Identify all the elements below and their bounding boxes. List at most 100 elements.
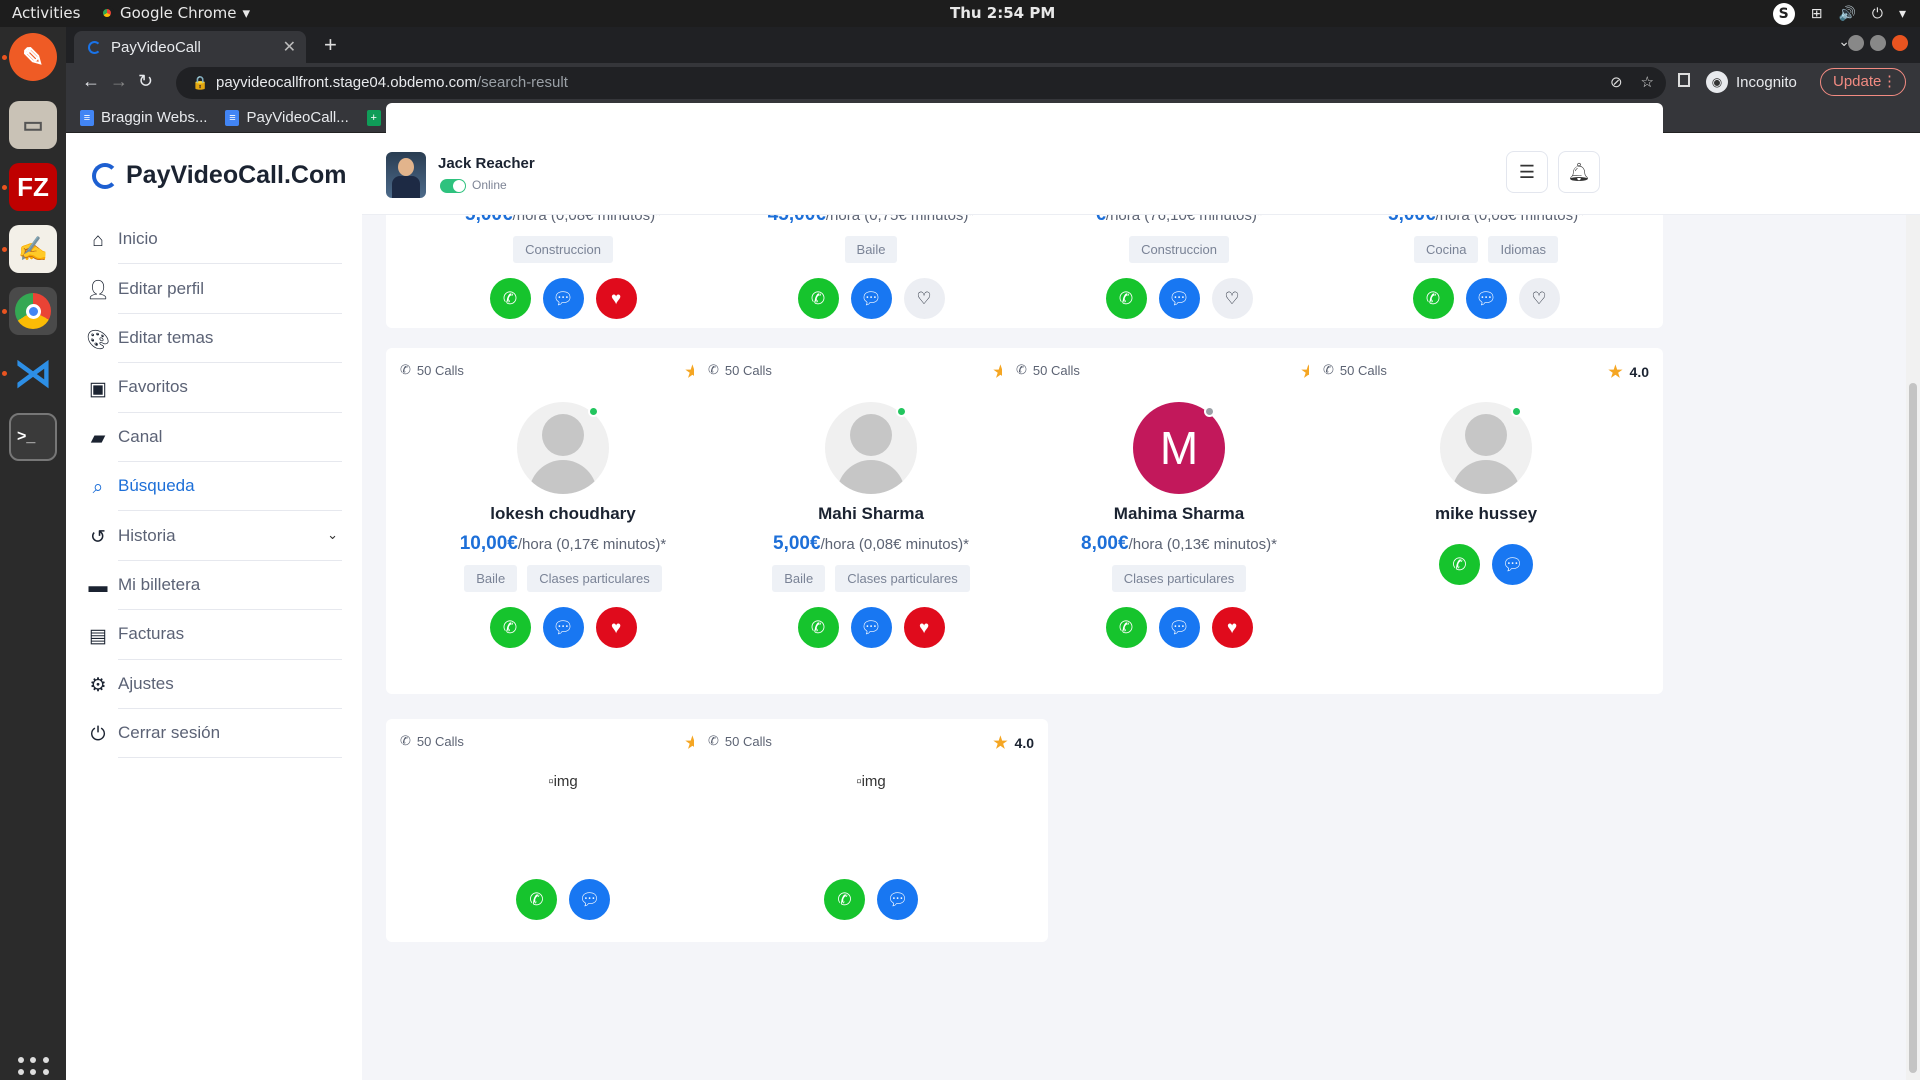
close-window-button[interactable] — [1892, 35, 1908, 51]
channel-icon: ▰ — [90, 428, 106, 450]
new-tab-button[interactable]: + — [324, 32, 337, 58]
update-button[interactable]: Update ⋮ — [1820, 68, 1906, 96]
chat-button[interactable]: 💬︎ — [542, 607, 584, 648]
maximize-button[interactable] — [1870, 35, 1886, 51]
call-button[interactable]: ✆ — [797, 607, 839, 648]
call-button[interactable]: ✆ — [1105, 278, 1147, 319]
profile-card[interactable]: ✆ 50 Calls ★ 4.0 mike hussey ✆ 💬︎ — [1309, 348, 1663, 694]
chat-button[interactable]: 💬︎ — [850, 278, 892, 319]
favorite-button[interactable]: ♥ — [903, 607, 945, 648]
category-tag[interactable]: Clases particulares — [527, 565, 662, 592]
bookmark-item[interactable]: ≡ PayVideoCall... — [225, 109, 349, 126]
filezilla-icon[interactable]: FZ — [9, 163, 57, 211]
call-button[interactable]: ✆ — [824, 879, 865, 920]
favorite-button[interactable]: ♥ — [595, 278, 637, 319]
system-tray[interactable]: S ⊞ 🔊 ⏻ ▾ — [1772, 3, 1906, 25]
chrome-dock-icon[interactable] — [9, 287, 57, 335]
favorite-button[interactable]: ♡ — [903, 278, 945, 319]
sidebar-item[interactable]: ↺ Historia ⌄ — [90, 511, 342, 561]
favorite-button[interactable]: ♥ — [1211, 607, 1253, 648]
reload-button[interactable]: ↻ — [138, 71, 153, 92]
image-alt-text: img — [861, 773, 886, 790]
chat-button[interactable]: 💬︎ — [850, 607, 892, 648]
profile-card[interactable]: ✆50 Calls★4.0lokesh choudhary10,00€/hora… — [386, 348, 740, 694]
sidebar-item[interactable]: ⌂ Inicio — [92, 215, 342, 265]
chat-button[interactable]: 💬︎ — [877, 879, 918, 920]
text-editor-icon[interactable]: ✍ — [9, 225, 57, 273]
chat-button[interactable]: 💬︎ — [1465, 278, 1507, 319]
category-tag[interactable]: Construccion — [1129, 236, 1229, 263]
online-toggle[interactable] — [440, 179, 466, 193]
forward-button[interactable]: → — [110, 71, 128, 92]
sidebar-item[interactable]: ⏻ Cerrar sesión — [90, 709, 342, 759]
lock-icon: 🔒 — [192, 75, 209, 90]
page-scrollbar[interactable] — [1906, 133, 1920, 1080]
category-tags: Construccion — [386, 236, 740, 263]
side-panel-icon[interactable] — [1678, 73, 1690, 87]
app-menu[interactable]: Google Chrome ▾ — [100, 4, 250, 22]
favorite-button[interactable]: ♥ — [595, 607, 637, 648]
close-tab-icon[interactable]: ✕ — [283, 37, 296, 57]
favorite-button[interactable]: ♡ — [1211, 278, 1253, 319]
file-manager-icon[interactable]: ▭ — [9, 101, 57, 149]
sidebar-item[interactable]: 🎨︎ Editar temas — [86, 314, 342, 364]
back-button[interactable]: ← — [82, 71, 100, 92]
site-logo[interactable]: PayVideoCall.Com — [92, 161, 346, 190]
call-button[interactable]: ✆ — [489, 278, 531, 319]
category-tag[interactable]: Clases particulares — [1111, 565, 1247, 592]
show-apps-icon[interactable] — [18, 1057, 50, 1080]
messages-button[interactable]: ☰ — [1506, 151, 1548, 193]
profile-card[interactable]: ✆50 Calls★4.0▫img✆💬︎ — [386, 719, 740, 942]
terminal-icon[interactable]: >_ — [9, 413, 57, 461]
category-tag[interactable]: Baile — [844, 236, 898, 263]
call-button[interactable]: ✆ — [489, 607, 531, 648]
bookmark-star-icon[interactable]: ☆ — [1641, 67, 1654, 99]
category-tag[interactable]: Baile — [464, 565, 518, 592]
call-button[interactable]: ✆ — [516, 879, 557, 920]
vscode-icon[interactable]: ⋊ — [9, 349, 57, 397]
call-button[interactable]: ✆ — [1439, 544, 1480, 585]
sidebar-item[interactable]: ▤ Facturas — [89, 610, 342, 660]
category-tag[interactable]: Baile — [772, 565, 826, 592]
category-tag[interactable]: Construccion — [513, 236, 613, 263]
browser-toolbar: ← → ↻ 🔒 payvideocallfront.stage04.obdemo… — [66, 63, 1920, 103]
favorite-button[interactable]: ♡ — [1518, 278, 1560, 319]
category-tag[interactable]: Cocina — [1414, 236, 1479, 263]
sidebar-item-label: Búsqueda — [118, 476, 195, 496]
notifications-button[interactable]: 🔔︎ — [1558, 151, 1600, 193]
sidebar-item[interactable]: ⚙ Ajustes — [89, 660, 342, 709]
profile-card[interactable]: ✆50 Calls★4.0Mahi Sharma5,00€/hora (0,08… — [694, 348, 1048, 694]
avatar[interactable] — [386, 152, 426, 198]
category-tag[interactable]: Clases particulares — [835, 565, 970, 592]
chat-button[interactable]: 💬︎ — [569, 879, 610, 920]
call-button[interactable]: ✆ — [1412, 278, 1454, 319]
chat-button[interactable]: 💬︎ — [542, 278, 584, 319]
chat-button[interactable]: 💬︎ — [1492, 544, 1533, 585]
bookmark-item[interactable]: ≡ Braggin Webs... — [80, 109, 207, 126]
category-tag[interactable]: Idiomas — [1488, 236, 1558, 263]
activities-button[interactable]: Activities — [12, 4, 80, 22]
sidebar-item[interactable]: ▣ Favoritos — [89, 363, 342, 413]
phone-icon: ✆ — [400, 362, 411, 377]
address-bar[interactable]: 🔒 payvideocallfront.stage04.obdemo.com/s… — [176, 67, 1666, 99]
incognito-indicator[interactable]: ◉ Incognito — [1706, 71, 1797, 93]
minimize-button[interactable] — [1848, 35, 1864, 51]
eye-off-icon[interactable]: ⊘ — [1610, 67, 1623, 99]
sidebar-item[interactable]: ⌕ Búsqueda — [93, 462, 342, 512]
tab-payvideocall[interactable]: PayVideoCall ✕ — [74, 31, 306, 63]
profile-card[interactable]: ✆50 Calls★4.0MMahima Sharma8,00€/hora (0… — [1002, 348, 1356, 694]
sidebar-item[interactable]: 👤︎ Editar perfil — [86, 264, 342, 314]
call-button[interactable]: ✆ — [797, 278, 839, 319]
skype-icon[interactable]: S — [1772, 3, 1795, 25]
chevron-down-icon[interactable]: ⌄ — [327, 527, 338, 543]
chat-button[interactable]: 💬︎ — [1158, 607, 1200, 648]
sidebar-item[interactable]: ▰ Canal — [91, 413, 342, 462]
call-button[interactable]: ✆ — [1105, 607, 1147, 648]
profile-card[interactable]: ✆50 Calls★4.0▫img✆💬︎ — [694, 719, 1048, 942]
scrollbar-thumb[interactable] — [1909, 383, 1917, 1073]
url-domain: payvideocallfront.stage04.obdemo.com — [216, 74, 477, 91]
chat-button[interactable]: 💬︎ — [1158, 278, 1200, 319]
clock[interactable]: Thu 2:54 PM — [950, 4, 1055, 22]
sidebar-item[interactable]: ▬ Mi billetera — [89, 561, 342, 611]
postman-icon[interactable]: ✎ — [9, 33, 57, 81]
